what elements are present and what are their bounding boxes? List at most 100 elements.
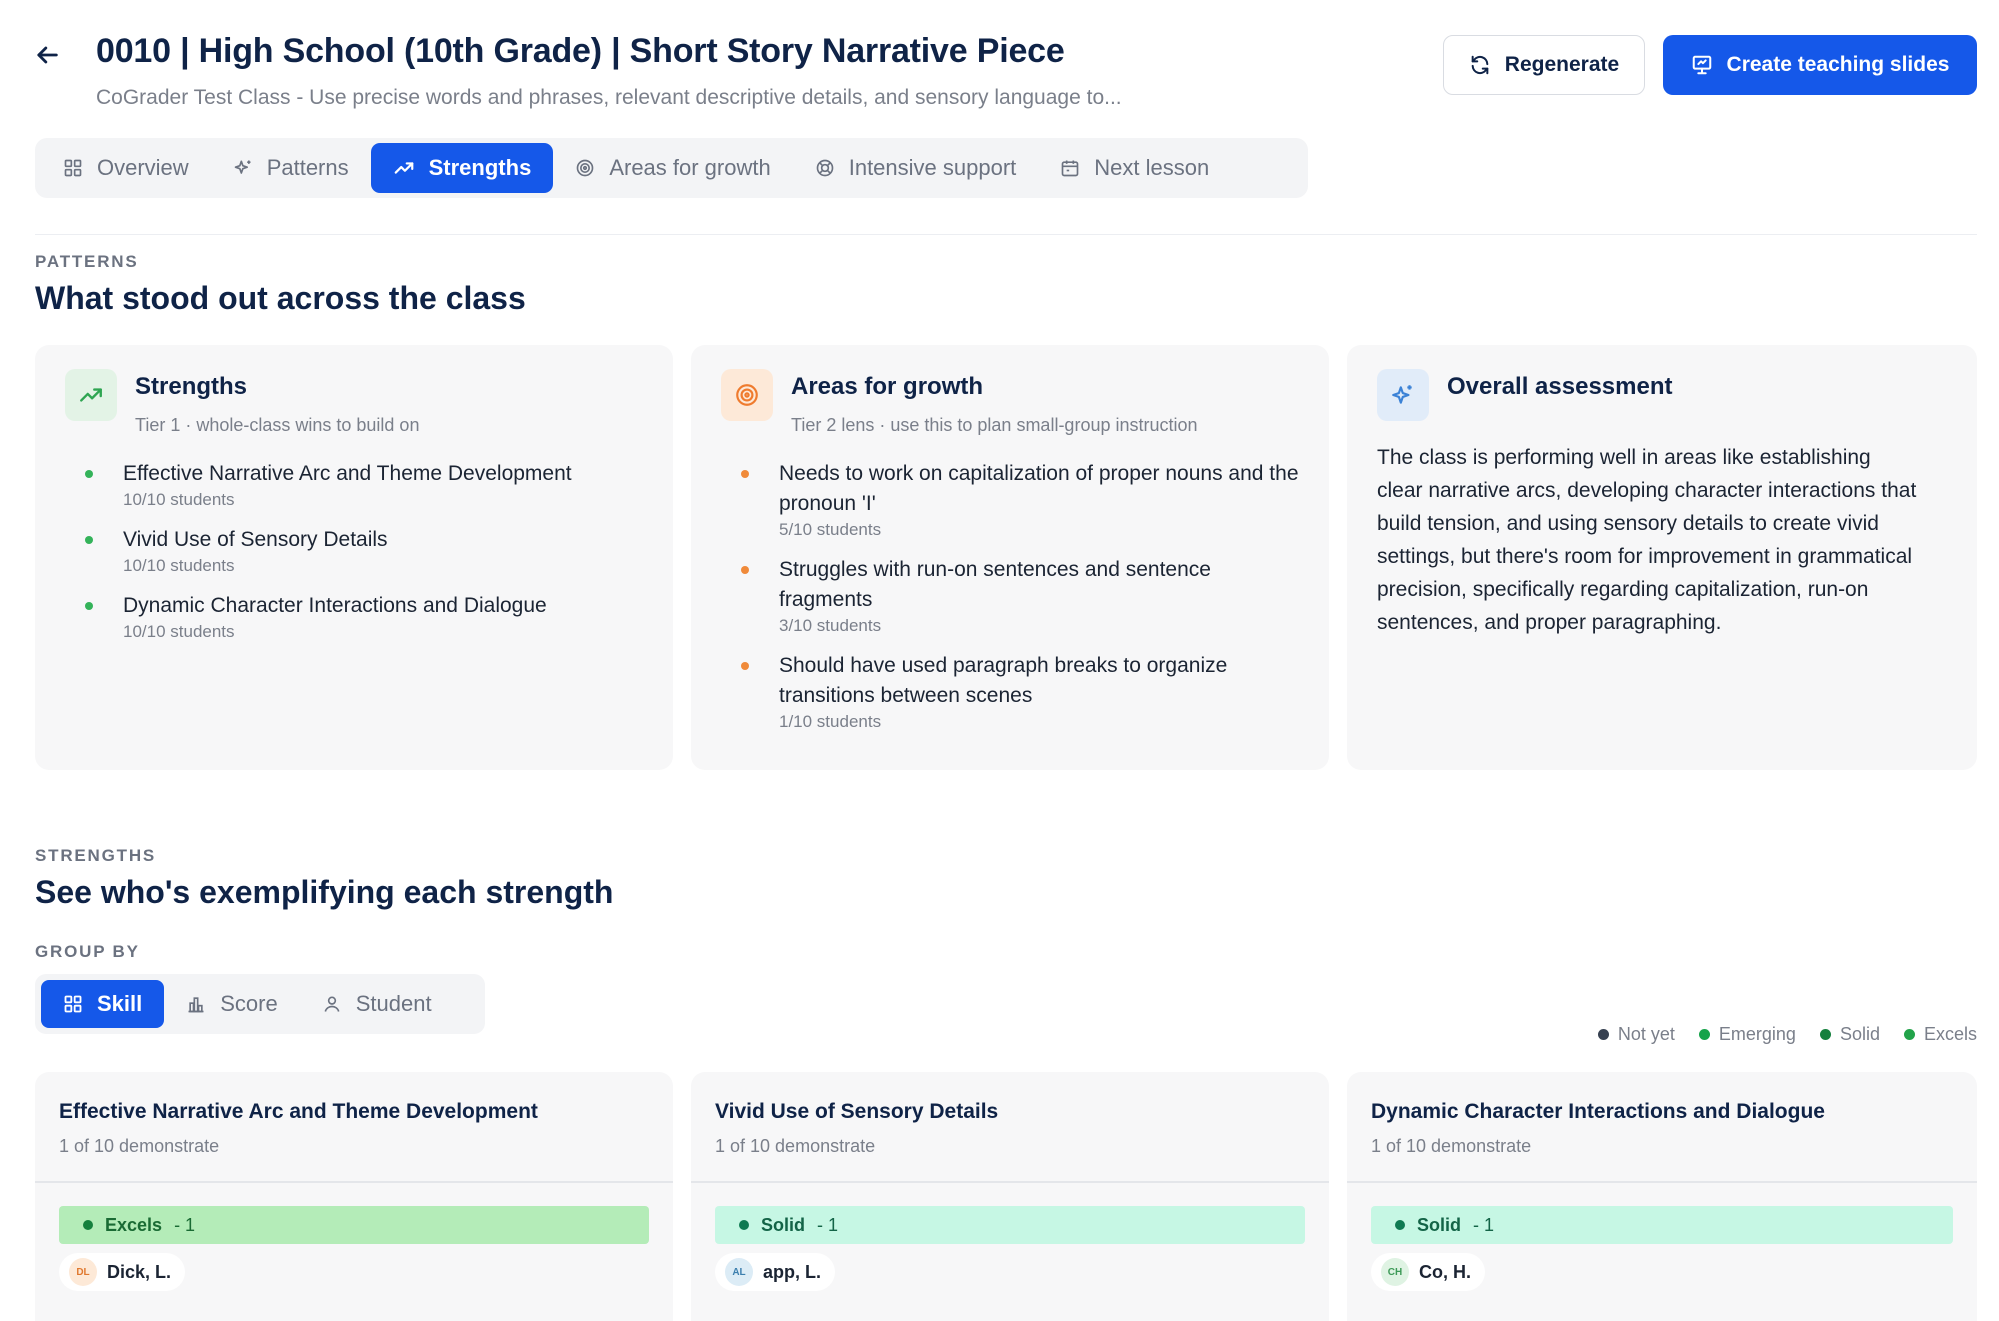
user-icon (324, 996, 340, 1012)
level-label: Solid (761, 1214, 805, 1235)
header-divider (35, 234, 1977, 235)
skill-card-subtitle: 1 of 10 demonstrate (59, 1136, 220, 1156)
overall-card-icon-box (1377, 369, 1429, 421)
level-count: - 1 (817, 1214, 839, 1235)
trending-up-icon (80, 388, 102, 402)
create-slides-label: Create teaching slides (1726, 53, 1950, 76)
tab-next-lesson[interactable]: Next lesson (1038, 143, 1231, 193)
trending-up-icon (394, 162, 413, 174)
list-item: Struggles with run-on sentences and sent… (741, 555, 1309, 637)
group-by-score[interactable]: Score (164, 980, 299, 1028)
tab-intensive-support[interactable]: Intensive support (793, 143, 1039, 193)
create-teaching-slides-button[interactable]: Create teaching slides (1663, 35, 1977, 95)
level-bar: Excels - 1 (59, 1206, 649, 1244)
level-count: - 1 (174, 1214, 196, 1235)
tab-areas-for-growth[interactable]: Areas for growth (553, 143, 792, 193)
avatar: CH (1381, 1258, 1409, 1286)
sparkles-icon (1392, 385, 1412, 404)
avatar: DL (69, 1258, 97, 1286)
bullet-dot (741, 470, 749, 478)
calendar-icon (1061, 160, 1079, 177)
bar-chart-icon (188, 997, 204, 1013)
list-item: Vivid Use of Sensory Details 10/10 studen… (85, 525, 653, 577)
regenerate-button[interactable]: Regenerate (1443, 35, 1645, 95)
legend-label: Not yet (1617, 1024, 1675, 1044)
student-chip[interactable]: CH Co, H. (1371, 1253, 1485, 1291)
skill-card-subtitle: 1 of 10 demonstrate (1371, 1136, 1532, 1156)
arrow-left-icon (37, 46, 58, 64)
overall-card-title: Overall assessment (1447, 373, 1673, 400)
legend-dot (1819, 1029, 1831, 1040)
student-chip[interactable]: AL app, L. (715, 1253, 835, 1291)
student-name: app, L. (763, 1261, 821, 1282)
list-item: Needs to work on capitalization of prope… (741, 459, 1309, 541)
group-by-skill[interactable]: Skill (41, 980, 165, 1028)
strengths-eyebrow: STRENGTHS (35, 846, 157, 865)
growth-label: Needs to work on capitalization of prope… (779, 462, 1299, 515)
list-item: Dynamic Character Interactions and Dialo… (85, 591, 653, 643)
level-bar: Solid - 1 (715, 1206, 1305, 1244)
strengths-card-icon-box (65, 369, 117, 421)
regenerate-label: Regenerate (1504, 53, 1620, 76)
tab-label: Patterns (266, 155, 349, 180)
growth-card-subtitle: Tier 2 lens · use this to plan small-gro… (791, 415, 1198, 435)
overall-assessment-card: Overall assessment The class is performi… (1347, 345, 1977, 770)
bullet-dot (741, 566, 749, 574)
page-subtitle: CoGrader Test Class - Use precise words … (96, 86, 1122, 109)
bullet-dot (85, 536, 93, 544)
strength-count: 10/10 students (123, 490, 235, 509)
skill-card-subtitle: 1 of 10 demonstrate (715, 1136, 876, 1156)
strengths-card-title: Strengths (135, 373, 248, 400)
lifebuoy-icon (816, 159, 834, 177)
group-by-label-text: Skill (97, 991, 143, 1016)
back-button[interactable] (30, 38, 64, 72)
page-header: 0010 | High School (10th Grade) | Short … (0, 0, 1999, 120)
skill-card: Vivid Use of Sensory Details 1 of 10 dem… (691, 1072, 1329, 1321)
skill-card: Effective Narrative Arc and Theme Develo… (35, 1072, 673, 1321)
group-by-student[interactable]: Student (300, 980, 454, 1028)
growth-card-icon-box (721, 369, 773, 421)
level-dot (1395, 1220, 1405, 1230)
sparkles-icon (234, 160, 251, 174)
legend-dot (1597, 1029, 1609, 1040)
legend-label: Solid (1839, 1024, 1880, 1044)
growth-label: Struggles with run-on sentences and sent… (779, 558, 1211, 611)
list-item: Should have used paragraph breaks to org… (741, 651, 1309, 733)
tab-label: Intensive support (848, 155, 1017, 180)
overall-assessment-text: The class is performing well in areas li… (1377, 446, 1917, 634)
level-count: - 1 (1473, 1214, 1495, 1235)
growth-list: Needs to work on capitalization of prope… (741, 459, 1309, 747)
group-by-label: GROUP BY (35, 942, 140, 961)
tab-overview[interactable]: Overview (41, 143, 211, 193)
legend-item: Emerging (1698, 1024, 1796, 1045)
group-by-label-text: Student (355, 991, 432, 1016)
strengths-heading: See who's exemplifying each strength (35, 874, 614, 910)
refresh-icon (1471, 55, 1489, 75)
group-by-label-text: Score (220, 991, 278, 1016)
student-name: Co, H. (1419, 1261, 1471, 1282)
skill-card-divider (691, 1181, 1329, 1183)
strength-count: 10/10 students (123, 556, 235, 575)
presentation-icon (1692, 55, 1711, 75)
grid-icon (64, 159, 82, 177)
grid-icon (64, 995, 82, 1013)
legend-item: Not yet (1597, 1024, 1675, 1045)
target-icon (736, 384, 758, 406)
tab-patterns[interactable]: Patterns (211, 143, 371, 193)
level-bar: Solid - 1 (1371, 1206, 1953, 1244)
tab-strengths[interactable]: Strengths (370, 143, 554, 193)
legend-label: Excels (1923, 1024, 1977, 1044)
growth-count: 3/10 students (779, 616, 882, 635)
patterns-heading: What stood out across the class (35, 280, 526, 316)
list-item: Effective Narrative Arc and Theme Develo… (85, 459, 653, 511)
strength-count: 10/10 students (123, 622, 235, 641)
level-label: Solid (1417, 1214, 1461, 1235)
growth-count: 5/10 students (779, 520, 882, 539)
level-label: Excels (105, 1214, 163, 1235)
patterns-eyebrow: PATTERNS (35, 252, 139, 271)
skill-card-divider (35, 1181, 673, 1183)
legend-dot (1903, 1029, 1915, 1040)
avatar: AL (725, 1258, 753, 1286)
student-chip[interactable]: DL Dick, L. (59, 1253, 186, 1291)
tab-label: Strengths (428, 155, 532, 180)
